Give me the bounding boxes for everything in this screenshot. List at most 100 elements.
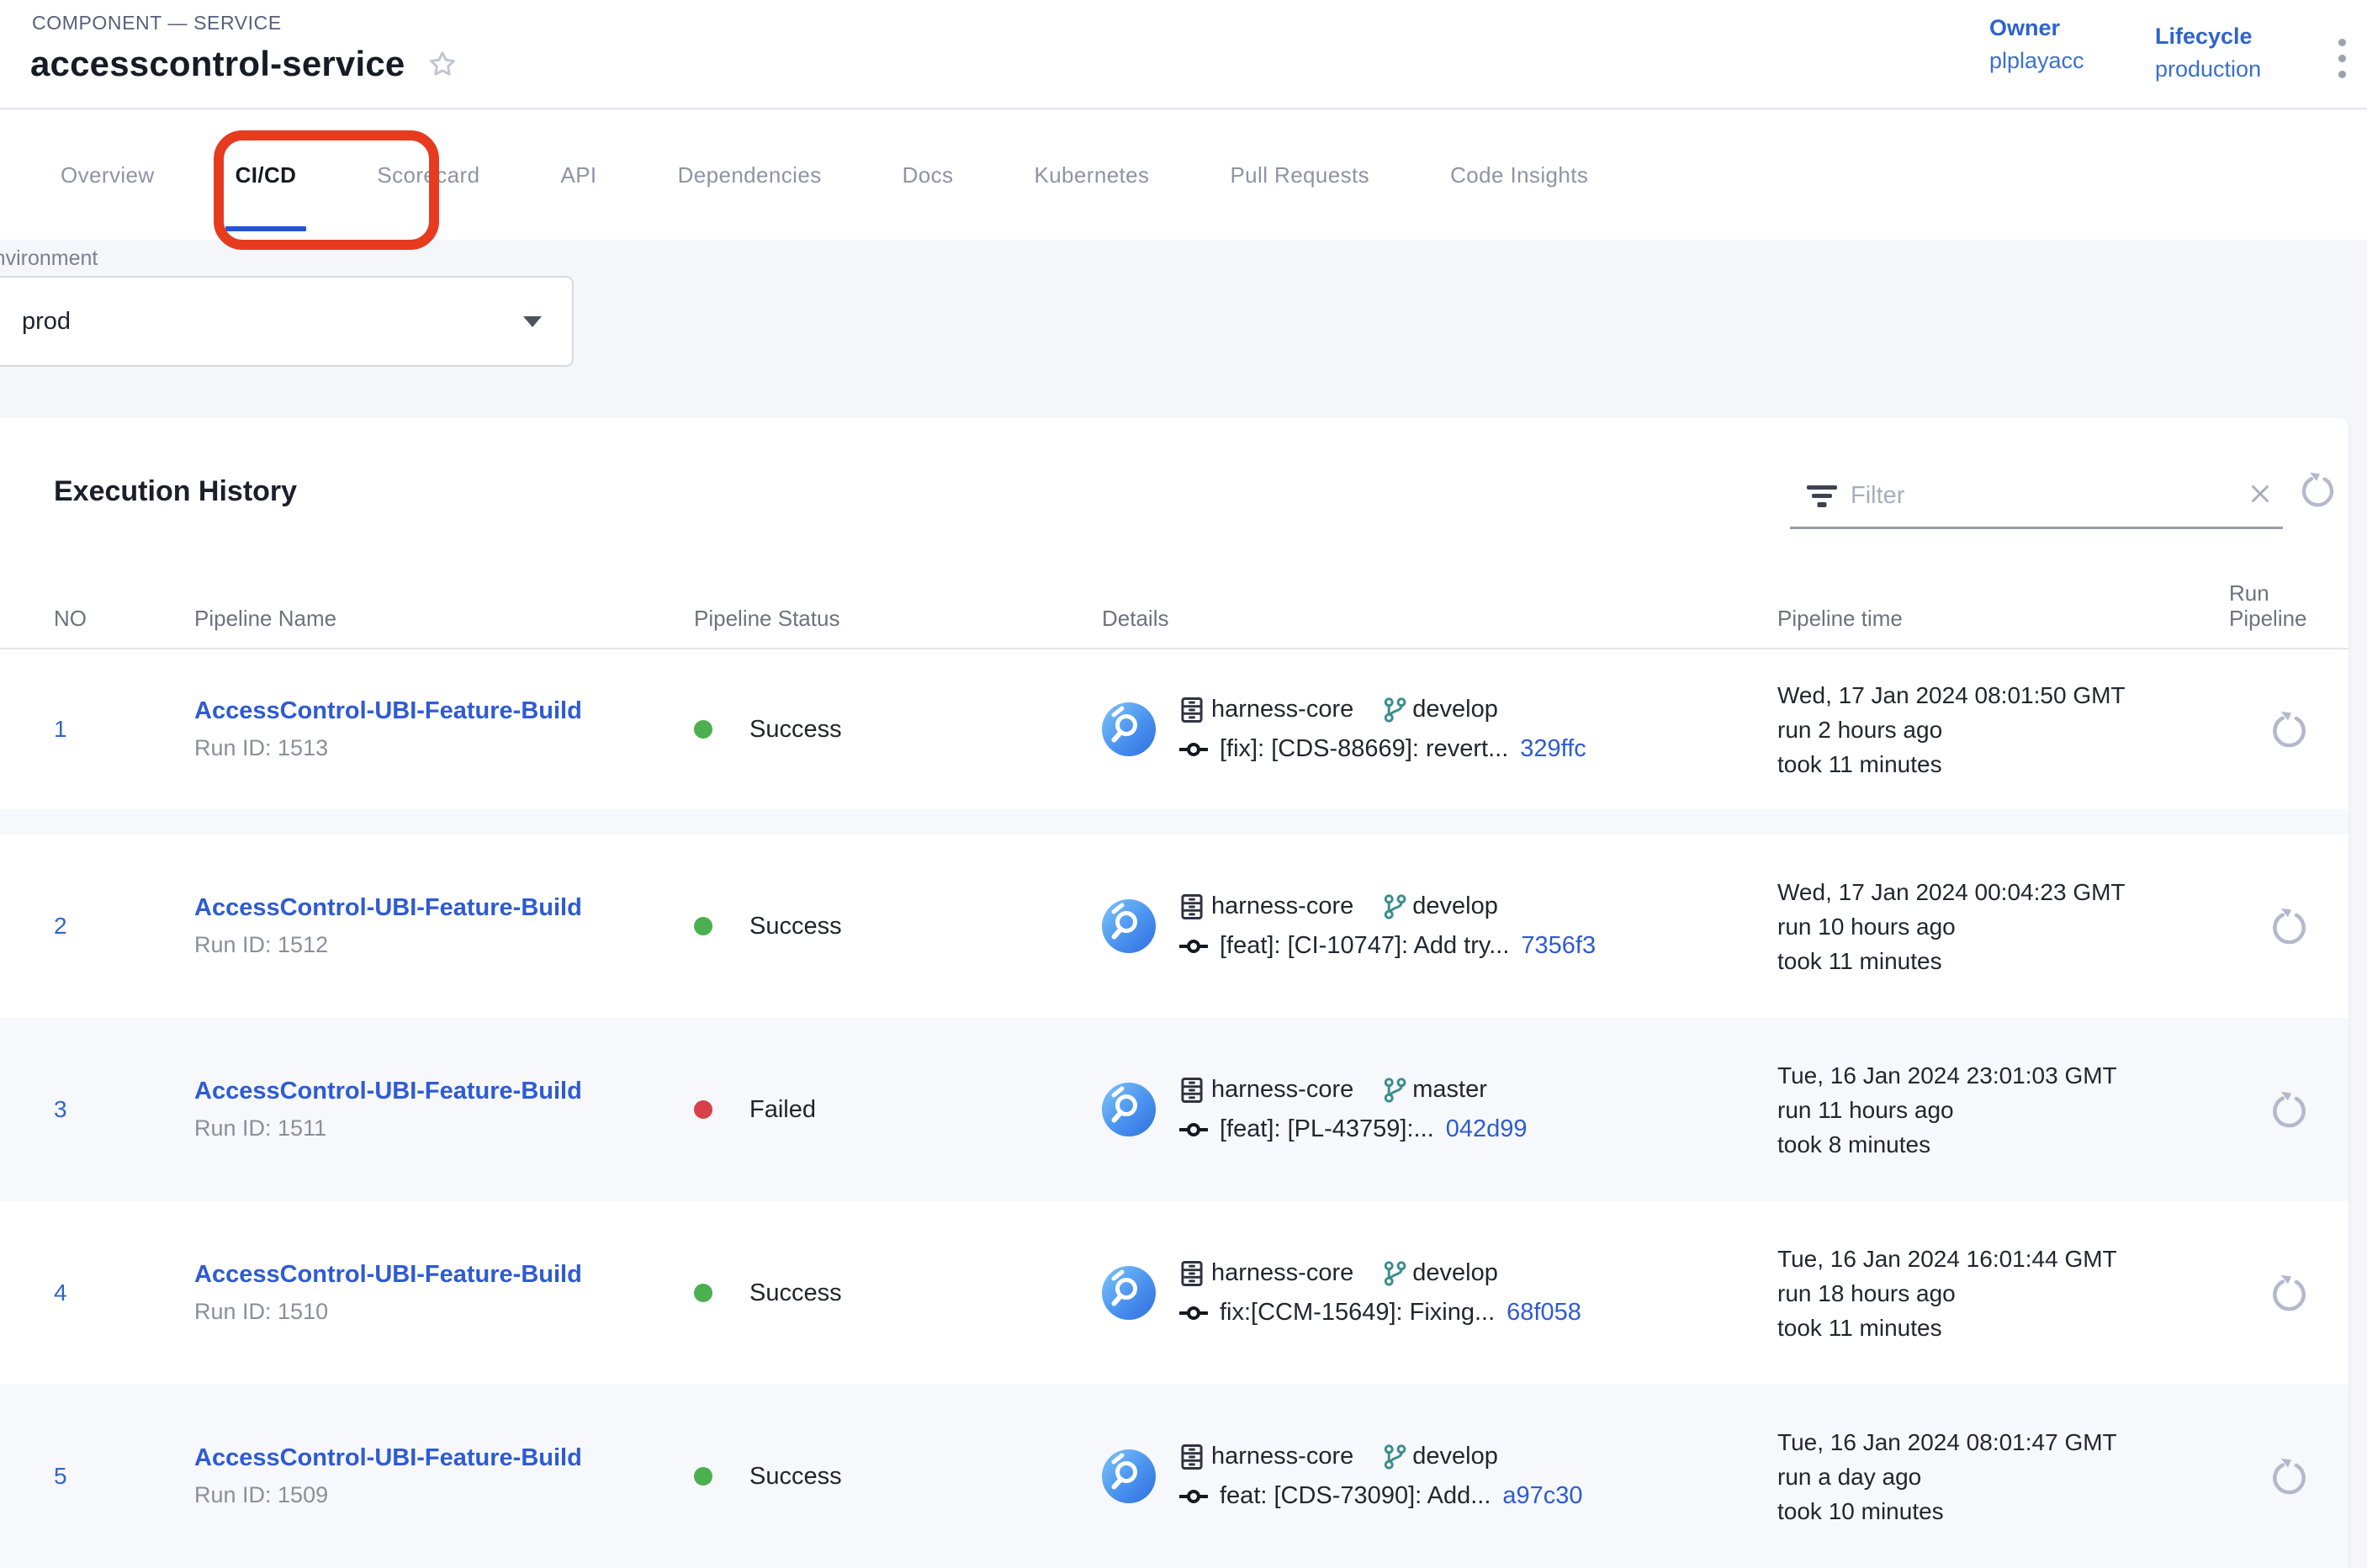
column-header: Pipeline Name [194, 606, 694, 648]
status-dot-icon [694, 1284, 712, 1302]
commit-message: [feat]: [CI-10747]: Add try... [1220, 932, 1509, 960]
column-header: Details [1102, 606, 1777, 648]
run-id-label: Run ID: 1513 [194, 735, 694, 761]
commit-sha-link[interactable]: 68f058 [1507, 1299, 1581, 1327]
branch-name[interactable]: develop [1412, 893, 1498, 920]
row-number[interactable]: 2 [54, 913, 194, 940]
commit-sha-link[interactable]: 042d99 [1446, 1115, 1528, 1143]
repo-name[interactable]: harness-core [1211, 1259, 1353, 1287]
row-number[interactable]: 5 [54, 1463, 194, 1490]
git-commit-icon [1179, 740, 1208, 759]
build-pipeline-icon[interactable] [1102, 702, 1156, 756]
branch-name[interactable]: develop [1412, 1259, 1498, 1287]
tab-api[interactable]: API [560, 111, 596, 240]
repo-name[interactable]: harness-core [1211, 696, 1353, 723]
pipeline-ran-ago: run 18 hours ago [1777, 1276, 2229, 1311]
environment-dropdown[interactable]: prod [0, 276, 574, 367]
branch-name[interactable]: develop [1412, 1443, 1498, 1470]
build-pipeline-icon[interactable] [1102, 1449, 1156, 1503]
pipeline-duration: took 11 minutes [1777, 944, 2229, 978]
pipeline-status-cell: Success [694, 1279, 1102, 1307]
tab-ci-cd[interactable]: CI/CD [236, 111, 297, 240]
repo-name[interactable]: harness-core [1211, 893, 1353, 920]
environment-selected-value: prod [22, 308, 71, 336]
pipeline-name-link[interactable]: AccessControl-UBI-Feature-Build [194, 1444, 582, 1472]
commit-message: feat: [CDS-73090]: Add... [1220, 1482, 1491, 1510]
pipeline-time-cell: Wed, 17 Jan 2024 00:04:23 GMT run 10 hou… [1777, 875, 2229, 978]
clear-filter-icon[interactable] [2246, 479, 2274, 512]
entity-kind-label: COMPONENT — SERVICE [32, 12, 282, 34]
run-pipeline-button[interactable] [2269, 1089, 2309, 1130]
row-number[interactable]: 3 [54, 1096, 194, 1123]
pipeline-date: Tue, 16 Jan 2024 08:01:47 GMT [1777, 1425, 2229, 1459]
pipeline-time-cell: Tue, 16 Jan 2024 08:01:47 GMT run a day … [1777, 1425, 2229, 1528]
git-commit-icon [1179, 1304, 1208, 1322]
commit-sha-link[interactable]: a97c30 [1502, 1482, 1582, 1510]
pipeline-name-link[interactable]: AccessControl-UBI-Feature-Build [194, 1078, 582, 1105]
pipeline-duration: took 11 minutes [1777, 747, 2229, 781]
filter-field [1790, 465, 2283, 529]
details-cell: harness-core develop fix:[CCM-15649]: Fi… [1102, 1259, 1777, 1327]
pipeline-name-link[interactable]: AccessControl-UBI-Feature-Build [194, 894, 582, 922]
page-title: accesscontrol-service [30, 44, 405, 84]
pipeline-duration: took 10 minutes [1777, 1494, 2229, 1528]
repo-name[interactable]: harness-core [1211, 1443, 1353, 1470]
filter-input[interactable] [1839, 482, 2246, 510]
tab-scorecard[interactable]: Scorecard [377, 111, 479, 240]
commit-message: fix:[CCM-15649]: Fixing... [1220, 1299, 1495, 1327]
favorite-star-icon[interactable] [426, 48, 458, 80]
git-branch-icon [1382, 1260, 1407, 1287]
commit-sha-link[interactable]: 7356f3 [1521, 932, 1596, 960]
status-label: Success [749, 716, 842, 744]
build-pipeline-icon[interactable] [1102, 899, 1156, 953]
pipeline-date: Tue, 16 Jan 2024 23:01:03 GMT [1777, 1058, 2229, 1093]
status-dot-icon [694, 1100, 712, 1119]
git-branch-icon [1382, 893, 1407, 920]
run-id-label: Run ID: 1511 [194, 1115, 694, 1142]
pipeline-status-cell: Success [694, 913, 1102, 940]
run-pipeline-button[interactable] [2269, 709, 2309, 750]
branch-name[interactable]: master [1412, 1076, 1487, 1104]
commit-message: [fix]: [CDS-88669]: revert... [1220, 735, 1508, 763]
lifecycle-value: production [2155, 56, 2261, 82]
owner-meta: Owner plplayacc [1989, 15, 2084, 74]
repo-name[interactable]: harness-core [1211, 1076, 1353, 1104]
table-header-row: NOPipeline NamePipeline StatusDetailsPip… [0, 572, 2348, 649]
pipeline-date: Tue, 16 Jan 2024 16:01:44 GMT [1777, 1242, 2229, 1276]
refresh-icon[interactable] [2298, 470, 2337, 513]
table-row: 2 AccessControl-UBI-Feature-Build Run ID… [0, 834, 2348, 1018]
tab-code-insights[interactable]: Code Insights [1450, 111, 1588, 240]
tab-dependencies[interactable]: Dependencies [678, 111, 822, 240]
table-row: 4 AccessControl-UBI-Feature-Build Run ID… [0, 1201, 2348, 1385]
run-id-label: Run ID: 1509 [194, 1482, 694, 1508]
table-row: 5 AccessControl-UBI-Feature-Build Run ID… [0, 1385, 2348, 1568]
pipeline-name-link[interactable]: AccessControl-UBI-Feature-Build [194, 1261, 582, 1289]
status-label: Success [749, 1279, 842, 1307]
tab-overview[interactable]: Overview [61, 111, 155, 240]
more-options-kebab-icon[interactable] [2325, 29, 2359, 87]
pipeline-date: Wed, 17 Jan 2024 00:04:23 GMT [1777, 875, 2229, 909]
branch-name[interactable]: develop [1412, 696, 1498, 723]
commit-sha-link[interactable]: 329ffc [1520, 735, 1586, 763]
environment-label: Environment [0, 246, 98, 271]
pipeline-name-link[interactable]: AccessControl-UBI-Feature-Build [194, 697, 582, 725]
environment-section: Environment prod [0, 240, 2367, 418]
tab-kubernetes[interactable]: Kubernetes [1034, 111, 1149, 240]
run-pipeline-button[interactable] [2269, 1273, 2309, 1313]
table-row: 3 AccessControl-UBI-Feature-Build Run ID… [0, 1018, 2348, 1201]
table-row: 1 AccessControl-UBI-Feature-Build Run ID… [0, 649, 2348, 809]
owner-value-link[interactable]: plplayacc [1989, 48, 2084, 74]
chevron-down-icon [523, 316, 542, 327]
build-pipeline-icon[interactable] [1102, 1266, 1156, 1320]
row-number[interactable]: 1 [54, 716, 194, 743]
build-pipeline-icon[interactable] [1102, 1083, 1156, 1136]
run-pipeline-button[interactable] [2269, 906, 2309, 946]
tab-pull-requests[interactable]: Pull Requests [1230, 111, 1369, 240]
run-pipeline-button[interactable] [2269, 1456, 2309, 1496]
table-body: 1 AccessControl-UBI-Feature-Build Run ID… [0, 649, 2348, 1568]
status-dot-icon [694, 720, 712, 739]
panel-title: Execution History [54, 475, 297, 508]
row-number[interactable]: 4 [54, 1279, 194, 1306]
pipeline-time-cell: Tue, 16 Jan 2024 16:01:44 GMT run 18 hou… [1777, 1242, 2229, 1345]
tab-docs[interactable]: Docs [903, 111, 954, 240]
